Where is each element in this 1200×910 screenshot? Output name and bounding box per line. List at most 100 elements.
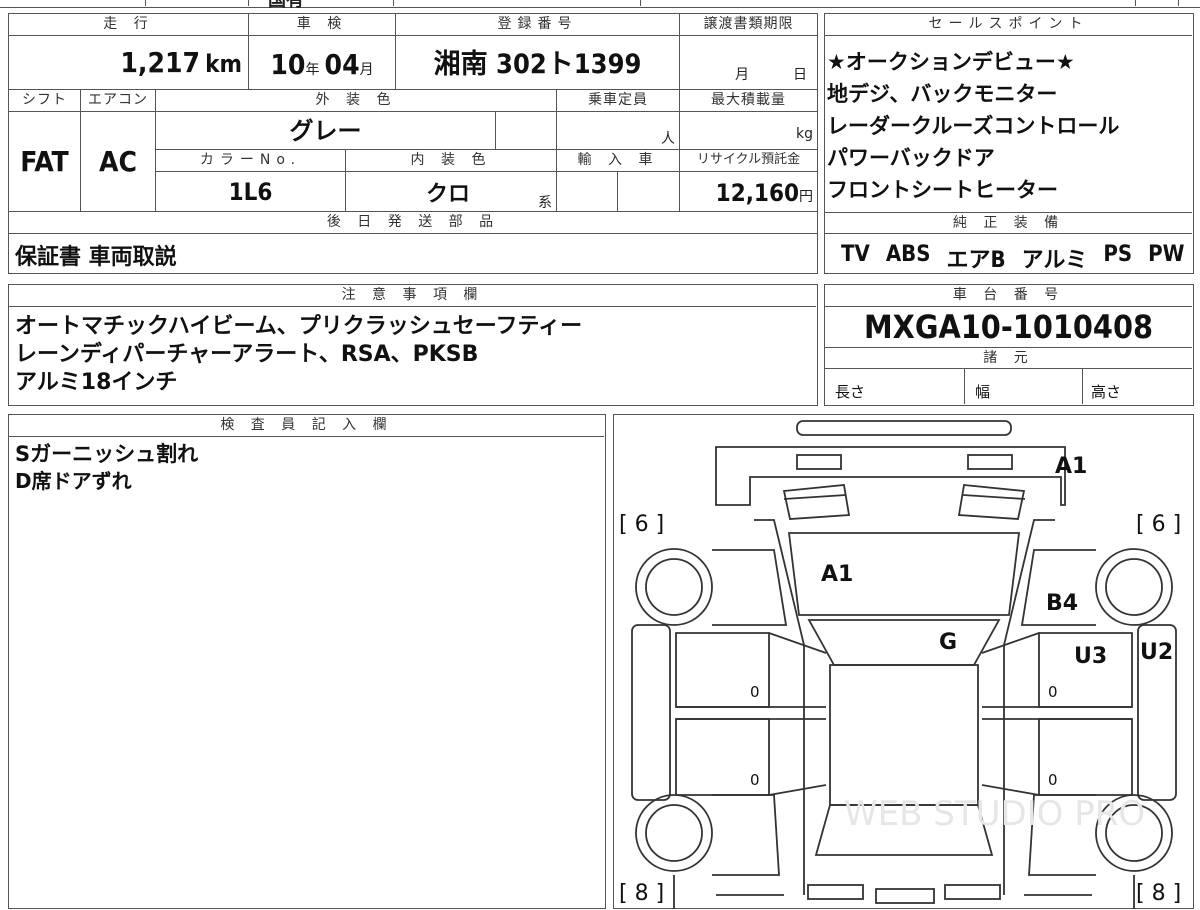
equipment-item: エアB [946, 248, 1006, 273]
header-capacity: 乗車定員 [557, 90, 680, 112]
equipment-item: アルミ [1021, 248, 1088, 273]
exterior-color-cell: グレー [156, 112, 496, 150]
specs-width-label: 幅 [975, 383, 991, 401]
aircon-cell: AC [81, 112, 156, 212]
specs-length-cell: 長さ [825, 369, 965, 404]
registration-cell: 湘南 302ト1399 [396, 36, 680, 90]
header-shift: シフト [9, 90, 81, 112]
inspection-year-unit: 年 [305, 62, 320, 78]
recycle-cell: 12,160円 [680, 172, 817, 212]
specs-height-label: 高さ [1091, 383, 1122, 401]
sales-points-panel: セールスポイント ★オークションデビュー★ 地デジ、バックモニター レーダークル… [824, 13, 1194, 274]
inspector-lines: Sガーニッシュ割れ D席ドアずれ [15, 441, 198, 495]
header-color-no: カラーNo. [156, 150, 346, 172]
notes-panel: 注 意 事 項 欄 オートマチックハイビーム、プリクラッシュセーフティー レーン… [8, 284, 818, 406]
car-diagram: WEB STUDIO PRO A1 A1 G B4 U3 U2 [ 6 ] [ … [619, 420, 1181, 909]
equipment-item: PS [1103, 242, 1133, 267]
damage-label-right-sill: U2 [1140, 640, 1173, 665]
interior-color-suffix: 系 [538, 195, 552, 211]
sales-point-item: パワーバックドア [827, 146, 995, 170]
color-no-value: 1L6 [228, 178, 273, 206]
zero-mark: 0 [1048, 771, 1058, 789]
header-transfer-deadline: 譲渡書類期限 [680, 14, 817, 36]
import-car-cell-a [557, 172, 618, 212]
tire-right-front-label: [ 6 ] [1136, 512, 1181, 537]
interior-color-value: クロ [426, 182, 471, 207]
aircon-value: AC [99, 145, 137, 178]
notes-header: 注 意 事 項 欄 [9, 285, 816, 307]
watermark: WEB STUDIO PRO [844, 794, 1145, 834]
sales-points-header: セールスポイント [825, 14, 1192, 36]
deadline-day-unit: 日 [793, 67, 807, 83]
tire-left-front-label: [ 6 ] [619, 512, 664, 537]
damage-diagram-panel: WEB STUDIO PRO A1 A1 G B4 U3 U2 [ 6 ] [ … [613, 414, 1194, 909]
header-import-car: 輸 入 車 [557, 150, 680, 172]
sales-point-item: 地デジ、バックモニター [827, 82, 1058, 106]
inspection-year: 10 [270, 48, 306, 81]
header-later-parts: 後 日 発 送 部 品 [9, 212, 817, 234]
mileage-unit: km [205, 50, 242, 78]
specs-height-cell: 高さ [1083, 369, 1192, 404]
shift-cell: FAT [9, 112, 81, 212]
mileage-cell: 1,217 km [9, 36, 249, 90]
header-inspection: 車 検 [249, 14, 396, 36]
chassis-header: 車 台 番 号 [825, 285, 1192, 307]
interior-color-cell: クロ 系 [346, 172, 557, 212]
damage-label-roof: A1 [1055, 454, 1087, 479]
equipment-item: PW [1148, 242, 1185, 267]
header-aircon: エアコン [81, 90, 156, 112]
recycle-value: 12,160 [715, 179, 799, 207]
equipment-item: ABS [885, 242, 931, 267]
sales-point-item: フロントシートヒーター [827, 178, 1058, 202]
specs-width-cell: 幅 [965, 369, 1083, 404]
zero-mark: 0 [750, 771, 760, 789]
header-registration: 登録番号 [396, 14, 680, 36]
header-mileage: 走 行 [9, 14, 249, 36]
damage-label-hood: A1 [821, 562, 853, 587]
later-parts-value: 保証書 車両取説 [15, 245, 177, 270]
tire-right-rear-label: [ 8 ] [1136, 881, 1181, 906]
notes-lines: オートマチックハイビーム、プリクラッシュセーフティー レーンディパーチャーアラー… [15, 313, 582, 397]
shift-value: FAT [20, 145, 69, 178]
top-strip-fragment: 国有 [268, 0, 304, 11]
zero-mark: 0 [1048, 683, 1058, 701]
import-car-cell-b [618, 172, 680, 212]
max-load-unit: kg [796, 126, 813, 142]
header-exterior-color: 外 装 色 [156, 90, 557, 112]
equipment-list: TV ABS エアB アルミ PS PW [841, 242, 1184, 274]
recycle-unit: 円 [799, 189, 813, 205]
header-recycle-fee: リサイクル預託金 [680, 150, 817, 172]
specs-header: 諸 元 [825, 347, 1192, 369]
inspection-cell: 10年 04月 [249, 36, 396, 90]
exterior-color-extra-cell [496, 112, 557, 150]
capacity-unit: 人 [661, 131, 675, 147]
header-max-load: 最大積載量 [680, 90, 817, 112]
chassis-panel: 車 台 番 号 MXGA10-1010408 諸 元 長さ 幅 高さ [824, 284, 1194, 406]
equipment-item: TV [841, 242, 870, 267]
sales-point-item: レーダークルーズコントロール [827, 114, 1120, 138]
specs-length-label: 長さ [835, 383, 866, 401]
mileage-value: 1,217 [120, 46, 201, 79]
deadline-month-unit: 月 [735, 67, 749, 83]
sales-point-item: ★オークションデビュー★ [827, 50, 1075, 74]
inspection-month: 04 [324, 48, 360, 81]
inspection-month-unit: 月 [359, 62, 374, 78]
damage-label-right-fender: B4 [1046, 591, 1078, 616]
damage-label-windshield: G [939, 630, 957, 655]
inspector-header: 検 査 員 記 入 欄 [9, 415, 604, 437]
inspector-panel: 検 査 員 記 入 欄 Sガーニッシュ割れ D席ドアずれ [8, 414, 606, 909]
equipment-header: 純 正 装 備 [825, 212, 1192, 234]
notes-line: レーンディパーチャーアラート、RSA、PKSB [15, 342, 479, 367]
color-no-cell: 1L6 [156, 172, 346, 212]
exterior-color-value: グレー [289, 117, 362, 145]
capacity-cell: 人 [557, 112, 680, 150]
inspector-line: Sガーニッシュ割れ [15, 442, 199, 466]
sales-points-list: ★オークションデビュー★ 地デジ、バックモニター レーダークルーズコントロール … [827, 46, 1119, 206]
header-interior-color: 内 装 色 [346, 150, 557, 172]
top-strip: 国有 [0, 0, 1200, 11]
registration-value: 湘南 302ト1399 [433, 49, 642, 80]
vehicle-info-grid: 走 行 車 検 登録番号 譲渡書類期限 1,217 km 10年 04月 湘南 … [8, 13, 818, 274]
notes-line: オートマチックハイビーム、プリクラッシュセーフティー [15, 314, 583, 339]
inspector-line: D席ドアずれ [15, 469, 132, 493]
chassis-value: MXGA10-1010408 [864, 308, 1153, 346]
